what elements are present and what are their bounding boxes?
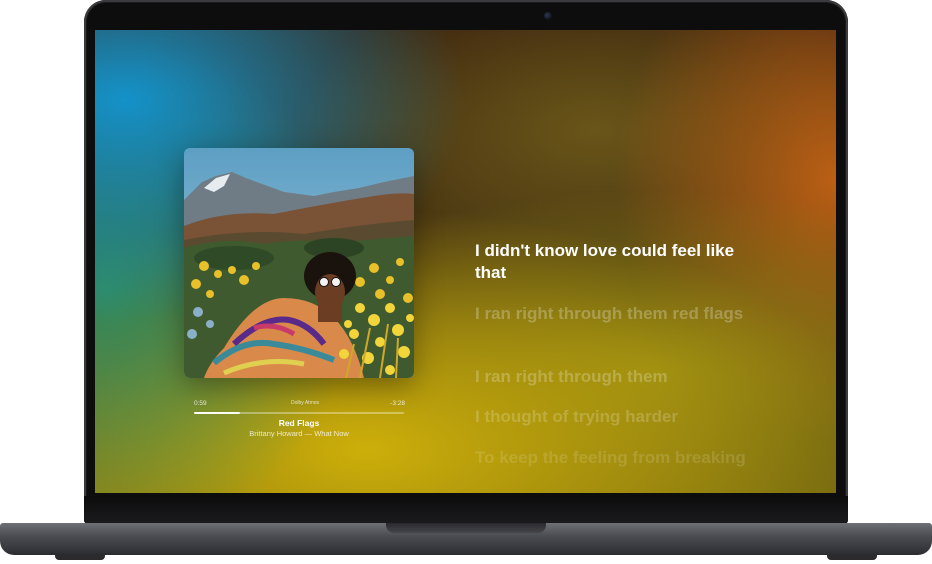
lyric-line-current[interactable]: I didn't know love could feel like that [475, 240, 765, 284]
laptop-foot [55, 555, 105, 560]
music-app-window: 0:59 Dolby Atmos -3:28 Red Flags Brittan… [95, 30, 836, 493]
laptop-opening-notch [386, 523, 546, 533]
playback-scrubber[interactable] [194, 412, 404, 414]
dolby-atmos-badge: Dolby Atmos [290, 400, 320, 406]
lyric-line[interactable]: I thought of trying harder [475, 406, 765, 428]
laptop-foot [827, 555, 877, 560]
elapsed-time: 0:59 [194, 400, 207, 407]
playback-progress-fill [194, 412, 241, 414]
album-artwork[interactable] [184, 148, 414, 378]
lyric-line[interactable]: I ran right through them red flags [475, 303, 765, 325]
laptop-hinge [84, 496, 848, 524]
lyric-line[interactable]: I ran right through them [475, 366, 765, 388]
lyric-line[interactable]: To keep the feeling from breaking [475, 447, 765, 469]
camera-icon [544, 12, 552, 20]
laptop-frame: 0:59 Dolby Atmos -3:28 Red Flags Brittan… [0, 0, 932, 564]
song-title: Red Flags [278, 418, 320, 428]
remaining-time: -3:28 [390, 400, 405, 407]
artist-album-link[interactable]: Brittany Howard — What Now [199, 429, 399, 438]
